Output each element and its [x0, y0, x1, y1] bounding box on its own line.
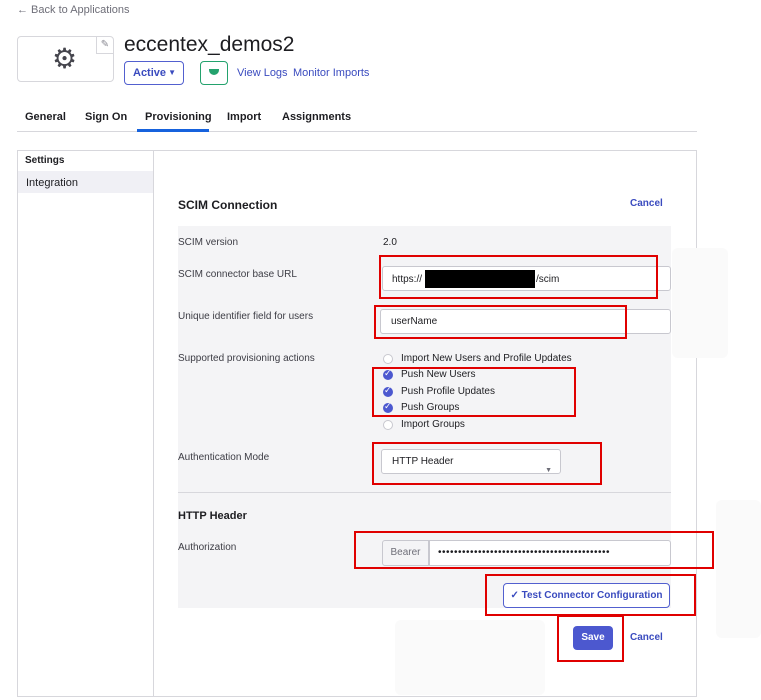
checkbox-import-new-users[interactable]	[383, 354, 393, 364]
auth-mode-label: Authentication Mode	[178, 452, 270, 463]
background-shape	[395, 620, 545, 695]
sidebar-heading: Settings	[25, 155, 65, 166]
sidebar-divider	[153, 150, 154, 697]
sidebar-item-integration[interactable]: Integration	[18, 171, 153, 193]
status-label: Active	[133, 67, 167, 79]
chevron-down-icon: ▼	[168, 68, 176, 77]
http-header-title: HTTP Header	[178, 510, 247, 522]
checkbox-label: Import Groups	[401, 419, 465, 430]
authorization-label: Authorization	[178, 542, 237, 553]
scim-version-value: 2.0	[383, 237, 397, 248]
back-to-applications-link[interactable]: ← Back to Applications	[17, 4, 130, 16]
highlight-push-actions	[372, 367, 576, 417]
tab-import[interactable]: Import	[227, 111, 261, 123]
app-title: eccentex_demos2	[124, 33, 295, 56]
monitor-imports-link[interactable]: Monitor Imports	[293, 67, 369, 79]
push-button[interactable]	[200, 61, 228, 85]
gear-icon: ⚙	[52, 43, 78, 74]
sidebar-item-label: Integration	[26, 177, 78, 189]
scim-connection-title: SCIM Connection	[178, 198, 278, 212]
highlight-authorization	[354, 531, 714, 569]
okta-push-icon	[209, 69, 219, 75]
active-tab-indicator	[137, 129, 209, 132]
status-dropdown[interactable]: Active ▼	[124, 61, 184, 85]
edit-logo-icon[interactable]: ✎	[96, 37, 113, 54]
checkbox-label: Import New Users and Profile Updates	[401, 353, 572, 364]
background-shape	[672, 248, 728, 358]
cancel-button[interactable]: Cancel	[630, 632, 663, 643]
tab-provisioning[interactable]: Provisioning	[145, 111, 212, 123]
tab-sign-on[interactable]: Sign On	[85, 111, 127, 123]
highlight-test-connector	[485, 574, 696, 616]
section-divider	[178, 492, 671, 493]
unique-id-label: Unique identifier field for users	[178, 311, 314, 322]
tab-assignments[interactable]: Assignments	[282, 111, 351, 123]
highlight-save	[557, 615, 624, 662]
scim-cancel-link[interactable]: Cancel	[630, 198, 663, 209]
highlight-base-url	[379, 255, 658, 299]
checkbox-import-groups[interactable]	[383, 420, 393, 430]
highlight-unique-id	[374, 305, 627, 339]
view-logs-link[interactable]: View Logs	[237, 67, 288, 79]
scim-version-label: SCIM version	[178, 237, 239, 248]
base-url-label: SCIM connector base URL	[178, 269, 297, 280]
background-shape	[716, 500, 761, 638]
app-logo: ⚙ ✎	[17, 36, 114, 82]
highlight-auth-mode	[372, 442, 602, 485]
provisioning-actions-label: Supported provisioning actions	[178, 353, 315, 364]
tab-general[interactable]: General	[25, 111, 66, 123]
tabs-divider	[17, 131, 697, 132]
